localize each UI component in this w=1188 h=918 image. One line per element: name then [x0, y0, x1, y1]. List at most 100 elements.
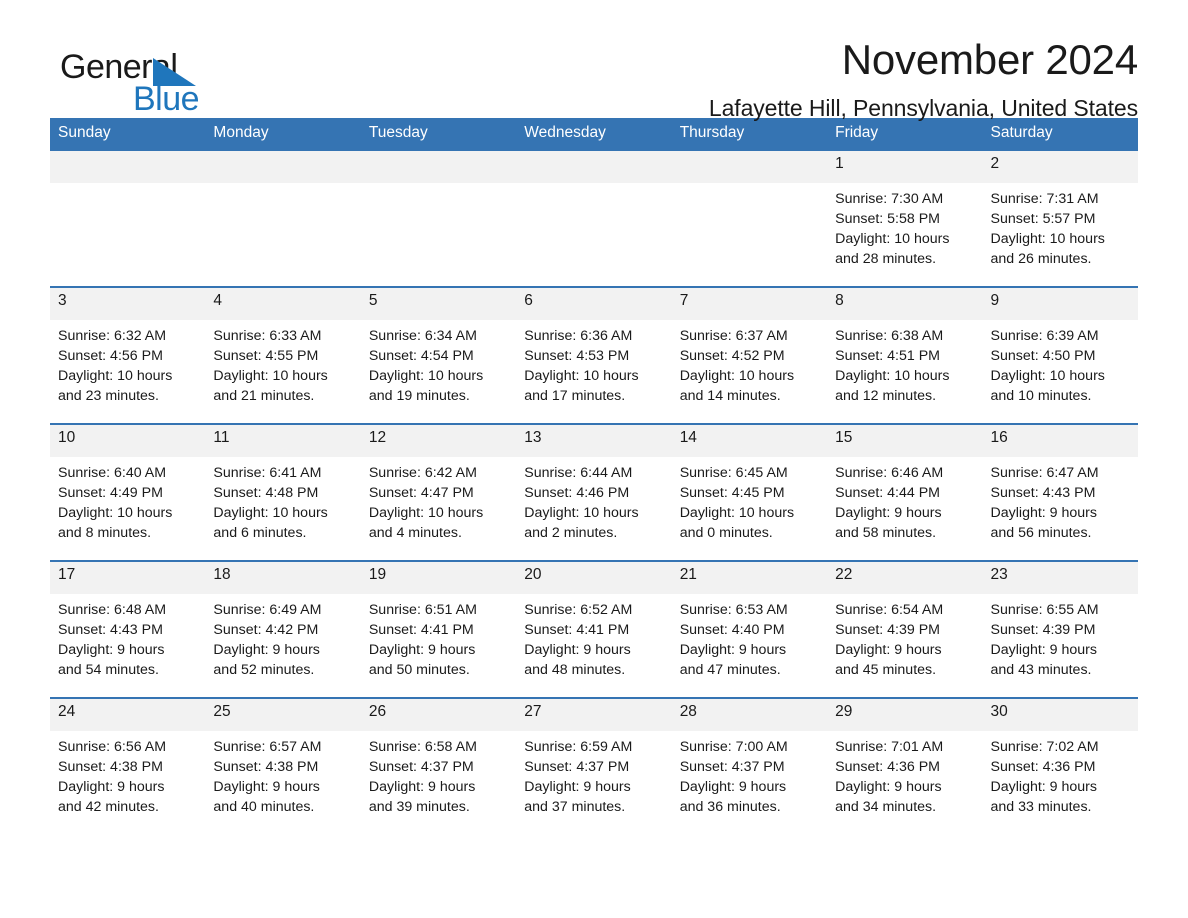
daylight-duration-line1: Daylight: 10 hours	[58, 368, 173, 385]
calendar-day-cell[interactable]: 13 Sunrise: 6:44 AM Sunset: 4:46 PM Dayligh…	[516, 423, 672, 561]
day-cell-inner: 23 Sunrise: 6:55 AM Sunset: 4:39 PM Dayligh…	[982, 562, 1138, 697]
day-details: Sunrise: 6:37 AM Sunset: 4:52 PM Daylight:…	[672, 320, 827, 407]
title-block: November 2024 Lafayette Hill, Pennsylvan…	[378, 36, 1138, 122]
sunrise-time: Sunrise: 7:02 AM	[990, 739, 1099, 755]
sunset-time: Sunset: 4:43 PM	[990, 485, 1096, 502]
sunset-time: Sunset: 4:37 PM	[524, 759, 630, 776]
day-cell-inner: 17 Sunrise: 6:48 AM Sunset: 4:43 PM Dayligh…	[50, 562, 206, 697]
calendar-day-cell[interactable]: 7 Sunrise: 6:37 AM Sunset: 4:52 PM Daylight…	[671, 286, 828, 424]
day-number: 20	[516, 562, 672, 594]
brand-name-blue: Blue	[133, 80, 200, 118]
day-details: Sunrise: 7:01 AM Sunset: 4:36 PM Daylight:…	[827, 731, 982, 818]
calendar-day-cell[interactable]: 25 Sunrise: 6:57 AM Sunset: 4:38 PM Dayligh…	[205, 697, 361, 834]
calendar-body: 1 Sunrise: 7:30 AM Sunset: 5:58 PM Daylight…	[50, 149, 1138, 834]
calendar-day-cell[interactable]: 9 Sunrise: 6:39 AM Sunset: 4:50 PM Daylight…	[982, 286, 1138, 424]
day-number: 29	[827, 699, 983, 731]
day-cell-inner: 8 Sunrise: 6:38 AM Sunset: 4:51 PM Daylight…	[827, 288, 983, 423]
day-cell-inner: 11 Sunrise: 6:41 AM Sunset: 4:48 PM Dayligh…	[205, 425, 361, 560]
daylight-duration-line1: Daylight: 9 hours	[835, 642, 942, 659]
calendar-day-cell[interactable]: 15 Sunrise: 6:46 AM Sunset: 4:44 PM Dayligh…	[827, 423, 983, 561]
day-cell-inner	[50, 151, 206, 286]
day-number: 12	[360, 425, 517, 457]
calendar-day-cell[interactable]: 27 Sunrise: 6:59 AM Sunset: 4:37 PM Dayligh…	[516, 697, 672, 834]
daylight-duration-line1: Daylight: 9 hours	[213, 642, 320, 659]
day-number: 21	[671, 562, 828, 594]
calendar-day-cell[interactable]: 20 Sunrise: 6:52 AM Sunset: 4:41 PM Dayligh…	[516, 560, 672, 698]
calendar-header-row: Sunday Monday Tuesday Wednesday Thursday…	[50, 118, 1138, 150]
calendar-day-cell[interactable]: 29 Sunrise: 7:01 AM Sunset: 4:36 PM Dayligh…	[827, 697, 983, 834]
daylight-duration-line1: Daylight: 10 hours	[679, 505, 795, 522]
page-title: November 2024	[841, 36, 1138, 83]
day-details: Sunrise: 7:02 AM Sunset: 4:36 PM Daylight:…	[983, 731, 1138, 818]
calendar-day-cell[interactable]: 6 Sunrise: 6:36 AM Sunset: 4:53 PM Daylight…	[516, 286, 672, 424]
day-number	[671, 151, 828, 183]
calendar-day-cell[interactable]: 5 Sunrise: 6:34 AM Sunset: 4:54 PM Daylight…	[360, 286, 517, 424]
sunset-time: Sunset: 4:55 PM	[213, 348, 319, 365]
calendar-day-cell[interactable]: 17 Sunrise: 6:48 AM Sunset: 4:43 PM Dayligh…	[50, 560, 206, 698]
calendar-day-cell[interactable]: 18 Sunrise: 6:49 AM Sunset: 4:42 PM Dayligh…	[205, 560, 361, 698]
calendar-day-cell[interactable]: 16 Sunrise: 6:47 AM Sunset: 4:43 PM Dayligh…	[982, 423, 1138, 561]
day-number: 7	[671, 288, 828, 320]
daylight-duration-line1: Daylight: 10 hours	[368, 368, 484, 385]
sunrise-time: Sunrise: 6:32 AM	[58, 328, 167, 344]
daylight-duration-line1: Daylight: 9 hours	[990, 642, 1097, 659]
calendar-day-cell[interactable]: 30 Sunrise: 7:02 AM Sunset: 4:36 PM Dayligh…	[982, 697, 1138, 834]
sunset-time: Sunset: 4:43 PM	[58, 622, 163, 639]
brand-logo[interactable]: General Blue	[60, 48, 280, 118]
day-number: 3	[50, 288, 206, 320]
sunset-time: Sunset: 4:50 PM	[990, 348, 1096, 365]
sunrise-time: Sunrise: 6:45 AM	[679, 465, 788, 481]
calendar-day-cell[interactable]: 22 Sunrise: 6:54 AM Sunset: 4:39 PM Dayligh…	[827, 560, 983, 698]
daylight-duration-line2: and 33 minutes.	[990, 799, 1092, 816]
day-number: 4	[205, 288, 361, 320]
day-details	[50, 183, 205, 189]
calendar-day-cell[interactable]: 1 Sunrise: 7:30 AM Sunset: 5:58 PM Daylight…	[827, 149, 983, 287]
day-details: Sunrise: 6:51 AM Sunset: 4:41 PM Daylight:…	[361, 594, 516, 681]
daylight-duration-line1: Daylight: 9 hours	[368, 642, 476, 659]
calendar-day-cell[interactable]: 8 Sunrise: 6:38 AM Sunset: 4:51 PM Daylight…	[827, 286, 983, 424]
day-cell-inner: 5 Sunrise: 6:34 AM Sunset: 4:54 PM Daylight…	[360, 288, 517, 423]
calendar-day-cell[interactable]: 23 Sunrise: 6:55 AM Sunset: 4:39 PM Dayligh…	[982, 560, 1138, 698]
daylight-duration-line1: Daylight: 9 hours	[679, 779, 787, 796]
day-number: 17	[50, 562, 206, 594]
daylight-duration-line1: Daylight: 9 hours	[58, 642, 165, 659]
calendar-day-cell[interactable]: 2 Sunrise: 7:31 AM Sunset: 5:57 PM Daylight…	[982, 149, 1138, 287]
calendar-day-cell[interactable]: 19 Sunrise: 6:51 AM Sunset: 4:41 PM Dayligh…	[360, 560, 517, 698]
sunrise-time: Sunrise: 6:47 AM	[990, 465, 1099, 481]
day-details: Sunrise: 6:48 AM Sunset: 4:43 PM Daylight:…	[50, 594, 205, 681]
calendar-day-cell[interactable]: 11 Sunrise: 6:41 AM Sunset: 4:48 PM Dayligh…	[205, 423, 361, 561]
calendar-week-row: 1 Sunrise: 7:30 AM Sunset: 5:58 PM Daylight…	[50, 149, 1138, 287]
calendar-day-cell[interactable]: 12 Sunrise: 6:42 AM Sunset: 4:47 PM Dayligh…	[360, 423, 517, 561]
calendar-day-cell[interactable]: 14 Sunrise: 6:45 AM Sunset: 4:45 PM Dayligh…	[671, 423, 828, 561]
sunrise-time: Sunrise: 7:01 AM	[835, 739, 944, 755]
day-cell-inner: 1 Sunrise: 7:30 AM Sunset: 5:58 PM Daylight…	[827, 151, 983, 286]
sunrise-time: Sunrise: 6:55 AM	[990, 602, 1099, 618]
sunset-time: Sunset: 4:56 PM	[58, 348, 163, 365]
calendar-day-cell[interactable]: 28 Sunrise: 7:00 AM Sunset: 4:37 PM Dayligh…	[671, 697, 828, 834]
calendar-day-cell[interactable]: 4 Sunrise: 6:33 AM Sunset: 4:55 PM Daylight…	[205, 286, 361, 424]
daylight-duration-line2: and 52 minutes.	[213, 662, 315, 679]
day-cell-inner: 20 Sunrise: 6:52 AM Sunset: 4:41 PM Dayligh…	[516, 562, 672, 697]
day-details	[672, 183, 827, 189]
daylight-duration-line1: Daylight: 10 hours	[990, 368, 1105, 385]
calendar-day-cell[interactable]: 21 Sunrise: 6:53 AM Sunset: 4:40 PM Dayligh…	[671, 560, 828, 698]
day-cell-inner: 12 Sunrise: 6:42 AM Sunset: 4:47 PM Dayligh…	[360, 425, 517, 560]
sunrise-time: Sunrise: 6:44 AM	[524, 465, 633, 481]
day-details: Sunrise: 6:49 AM Sunset: 4:42 PM Daylight:…	[205, 594, 360, 681]
daylight-duration-line2: and 12 minutes.	[835, 388, 937, 405]
daylight-duration-line2: and 10 minutes.	[990, 388, 1092, 405]
daylight-duration-line1: Daylight: 9 hours	[368, 779, 476, 796]
calendar-day-cell[interactable]: 10 Sunrise: 6:40 AM Sunset: 4:49 PM Dayligh…	[50, 423, 206, 561]
day-cell-inner: 13 Sunrise: 6:44 AM Sunset: 4:46 PM Dayligh…	[516, 425, 672, 560]
calendar-day-cell[interactable]: 3 Sunrise: 6:32 AM Sunset: 4:56 PM Daylight…	[50, 286, 206, 424]
daylight-duration-line2: and 48 minutes.	[524, 662, 626, 679]
day-number	[50, 151, 206, 183]
sunset-time: Sunset: 4:46 PM	[524, 485, 630, 502]
calendar-day-cell[interactable]: 26 Sunrise: 6:58 AM Sunset: 4:37 PM Dayligh…	[360, 697, 517, 834]
sunset-time: Sunset: 4:49 PM	[58, 485, 163, 502]
day-details: Sunrise: 6:39 AM Sunset: 4:50 PM Daylight:…	[983, 320, 1138, 407]
day-number: 16	[982, 425, 1138, 457]
calendar-day-cell[interactable]: 24 Sunrise: 6:56 AM Sunset: 4:38 PM Dayligh…	[50, 697, 206, 834]
day-details: Sunrise: 6:52 AM Sunset: 4:41 PM Daylight:…	[516, 594, 671, 681]
calendar-week-row: 24 Sunrise: 6:56 AM Sunset: 4:38 PM Dayligh…	[50, 697, 1138, 834]
